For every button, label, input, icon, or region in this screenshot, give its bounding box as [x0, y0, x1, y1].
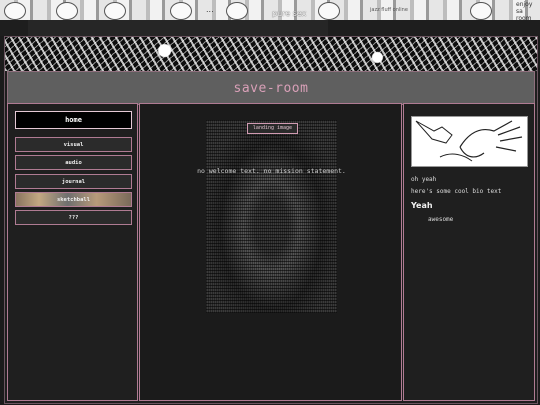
bio-panel: oh yeah here's some cool bio text Yeah a… — [403, 103, 535, 401]
sticker-banner-strip: ... pure sex jazz fluff online enjoy sa … — [0, 0, 540, 20]
sticker-blob-icon — [170, 2, 192, 20]
sticker-smile-icon — [470, 2, 492, 20]
sticker-creature-icon — [318, 2, 340, 20]
nav-journal-button[interactable]: journal — [15, 174, 132, 189]
sticker-jazz-text: jazz fluff online — [370, 7, 408, 13]
sticker-dots-text: ... — [206, 5, 214, 14]
welcome-text: no welcome text. no mission statement. — [197, 167, 346, 175]
bio-text: here's some cool bio text — [411, 188, 502, 195]
nav-audio-button[interactable]: audio — [15, 155, 132, 170]
bio-greeting: oh yeah — [411, 176, 437, 183]
nav-sketchball-button[interactable]: sketchball — [15, 192, 132, 207]
bio-heading: Yeah — [411, 201, 433, 210]
hands-sketch-icon — [415, 120, 523, 162]
nav-visual-button[interactable]: visual — [15, 137, 132, 152]
top-gap-block — [28, 20, 328, 36]
nav-home-button[interactable]: home — [15, 111, 132, 129]
landing-image-broken: landing image — [247, 123, 298, 134]
hand-drawing-image — [411, 116, 528, 167]
site-title: save-room — [233, 80, 309, 96]
nav-mystery-button[interactable]: ??? — [15, 210, 132, 225]
title-bar: save-room — [7, 71, 535, 105]
sticker-eye-icon — [226, 2, 248, 20]
landing-art-image — [206, 120, 337, 313]
sticker-cartoon-icon — [4, 2, 26, 20]
bio-list-item: awesome — [428, 216, 454, 223]
site-frame: save-room home visual audio journal sket… — [4, 36, 538, 404]
header-banner-image — [5, 37, 537, 71]
sticker-enjoy-text: enjoy sa room oc — [516, 1, 533, 20]
sticker-cat-icon — [56, 2, 78, 20]
nav-panel: home visual audio journal sketchball ??? — [7, 103, 138, 401]
main-content-panel: landing image no welcome text. no missio… — [139, 103, 402, 401]
sticker-face-icon — [104, 2, 126, 20]
sticker-pure-sex-text: pure sex — [272, 9, 307, 18]
